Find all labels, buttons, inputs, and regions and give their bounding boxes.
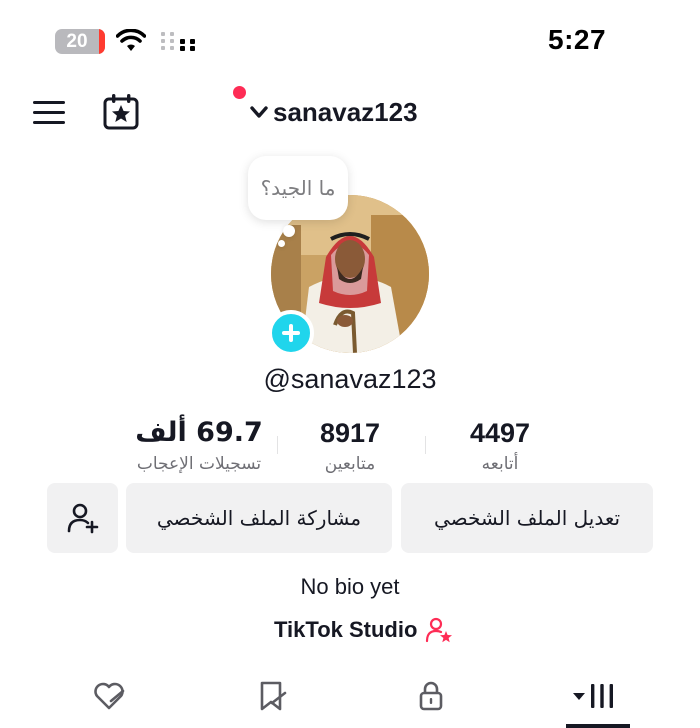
tiktok-studio-label: TikTok Studio — [274, 617, 418, 642]
add-avatar-button[interactable] — [268, 310, 314, 356]
grid-icon — [591, 684, 613, 708]
note-bubble-tail — [283, 225, 295, 237]
user-star-icon — [426, 617, 453, 643]
bio-text[interactable]: No bio yet — [0, 574, 700, 600]
note-text: ما الجيد؟ — [260, 176, 336, 200]
likes-count: 69.7 ألف — [135, 417, 263, 448]
add-friend-button[interactable] — [47, 483, 118, 553]
stat-followers[interactable]: 8917 متابعين — [265, 416, 435, 474]
share-profile-button[interactable]: مشاركة الملف الشخصي — [126, 483, 392, 553]
caret-down-icon — [573, 693, 585, 700]
share-profile-label: مشاركة الملف الشخصي — [156, 506, 362, 530]
status-bar: 20 5:27 — [0, 0, 700, 80]
battery-percentage: 20 — [66, 31, 88, 52]
menu-icon[interactable] — [30, 96, 70, 128]
tiktok-studio-link[interactable]: TikTok Studio — [274, 615, 453, 645]
following-label: أتابعه — [481, 454, 519, 474]
lock-icon — [419, 681, 443, 711]
heart-icon — [94, 682, 125, 710]
wifi-icon — [116, 29, 146, 51]
tab-private[interactable] — [406, 676, 456, 716]
status-time: 5:27 — [548, 24, 607, 55]
tab-favorites[interactable] — [246, 676, 296, 716]
account-switcher[interactable]: sanavaz123 — [248, 94, 418, 130]
following-count: 4497 — [469, 418, 531, 448]
tab-liked[interactable] — [84, 676, 134, 716]
edit-profile-label: تعديل الملف الشخصي — [433, 506, 621, 530]
followers-label: متابعين — [324, 454, 376, 474]
likes-label: تسجيلات الإعجاب — [136, 454, 262, 474]
edit-profile-button[interactable]: تعديل الملف الشخصي — [401, 483, 653, 553]
profile-handle: @sanavaz123 — [263, 364, 437, 394]
selected-tab-indicator — [566, 724, 630, 728]
battery-icon: 20 — [55, 29, 105, 54]
notification-dot — [233, 86, 246, 99]
calendar-star-icon[interactable] — [101, 93, 141, 131]
header-username: sanavaz123 — [273, 96, 418, 127]
note-bubble-tail-small — [278, 240, 285, 247]
add-user-icon — [67, 503, 98, 534]
signal-icon — [161, 32, 195, 51]
followers-count: 8917 — [319, 418, 381, 448]
chevron-down-icon — [250, 106, 268, 118]
stat-following[interactable]: 4497 أتابعه — [415, 416, 585, 474]
stat-likes[interactable]: 69.7 ألف تسجيلات الإعجاب — [114, 416, 284, 474]
battery-level-fill — [99, 29, 105, 54]
bookmark-icon — [260, 681, 287, 711]
note-bubble[interactable]: ما الجيد؟ — [248, 156, 348, 220]
tab-videos[interactable] — [564, 676, 624, 716]
